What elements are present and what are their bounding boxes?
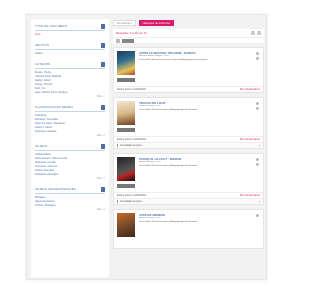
facet-block: Section Adulte	[35, 42, 105, 56]
facet-title: Classification Dewey	[35, 105, 74, 109]
online-access-row: Consultable en ligne ▸	[114, 198, 263, 204]
pager	[251, 31, 261, 35]
online-access-label[interactable]: Consultable en ligne	[117, 144, 142, 147]
results-count: Résultats 1 à 10 sur 72	[116, 31, 147, 35]
result-record: Justice rendue Auteur. Éditions, 2019. L…	[113, 209, 264, 249]
divider	[35, 68, 105, 69]
results-header: Résultats 1 à 10 sur 72	[113, 29, 264, 37]
facet-header[interactable]: Section	[35, 42, 105, 48]
facet-header[interactable]: Sujets	[35, 143, 105, 149]
record-description: Livre adulte. Résumé et notice bibliogra…	[139, 221, 198, 223]
facet-title: Sujets géographiques	[35, 187, 77, 191]
divider	[35, 49, 105, 50]
divider	[35, 193, 105, 194]
reserve-button[interactable]	[117, 128, 135, 132]
facet-block: Classification Dewey Littérature Romans …	[35, 104, 105, 138]
record-description: Livre adulte. Résumé du roman et notice …	[139, 59, 208, 61]
facet-title: Type de document	[35, 24, 68, 28]
share-icon[interactable]	[255, 57, 259, 60]
result-record: Puisqu'il le faut : roman Auteur. Éditio…	[113, 153, 264, 205]
tab-search-history[interactable]: Historique de recherche	[138, 19, 175, 26]
action-button[interactable]	[122, 38, 134, 43]
facet-more-link[interactable]: Voir + >	[35, 95, 105, 99]
reserve-button[interactable]	[117, 184, 135, 188]
facet-block: Sujets Indépendante Sous-thèmes / Mouvem…	[35, 143, 105, 181]
tabs-bar: Ma sélection Historique de recherche	[113, 19, 264, 26]
add-to-selection-icon[interactable]	[255, 214, 259, 217]
prev-page-icon[interactable]	[251, 31, 255, 35]
facet-toggle-icon[interactable]	[101, 23, 105, 29]
availability-status: Retour prévu le 01/02/2021	[117, 88, 146, 91]
facet-more-link[interactable]: Voir + >	[35, 177, 105, 181]
share-icon[interactable]	[255, 107, 259, 110]
facet-block: Type de document Livre	[35, 23, 105, 37]
facet-toggle-icon[interactable]	[101, 143, 105, 149]
facet-toggle-icon[interactable]	[101, 104, 105, 110]
add-to-selection-icon[interactable]	[255, 158, 259, 161]
facet-header[interactable]: Classification Dewey	[35, 104, 105, 110]
facet-more-link[interactable]: Voir + >	[35, 134, 105, 138]
facet-header[interactable]: Auteurs	[35, 61, 105, 67]
more-info-link[interactable]: Plus d'informations	[240, 88, 260, 91]
catalog-page: Type de document Livre Section Adulte Au…	[26, 14, 267, 280]
result-record: Traces de loup Revue. Éditions, 2019. Li…	[113, 97, 264, 149]
record-meta: Revue. Éditions, 2019.	[139, 105, 162, 107]
more-info-link[interactable]: Plus d'informations	[240, 194, 260, 197]
facet-item[interactable]: Adulte	[35, 52, 105, 56]
record-footer: Retour prévu le 01/02/2021 Plus d'inform…	[114, 86, 263, 92]
expand-icon[interactable]: ▸	[259, 144, 260, 147]
book-cover[interactable]	[117, 101, 135, 132]
record-description: Livre adulte. Résumé et notice bibliogra…	[139, 165, 198, 167]
record-description: Livre adulte. Résumé et notice bibliogra…	[139, 109, 198, 111]
share-icon[interactable]	[255, 163, 259, 166]
record-meta: Auteur. Éditions, 2019.	[139, 217, 162, 219]
add-to-selection-icon[interactable]	[255, 102, 259, 105]
book-cover[interactable]	[117, 213, 135, 237]
results-panel: Ma sélection Historique de recherche Rés…	[113, 19, 264, 277]
availability-status: Retour prévu le 03/02/2021	[117, 194, 146, 197]
select-all-checkbox[interactable]	[116, 38, 120, 43]
divider	[35, 150, 105, 151]
facet-toggle-icon[interactable]	[101, 61, 105, 67]
facet-title: Section	[35, 43, 50, 47]
divider	[35, 111, 105, 112]
record-meta: Aciman, André. Rivages, 2018.	[139, 55, 170, 57]
facet-more-link[interactable]: Voir + >	[35, 208, 105, 212]
facets-sidebar: Type de document Livre Section Adulte Au…	[31, 19, 109, 277]
facet-block: Auteurs Musso, Pierre Chevrel-Pons, Mari…	[35, 61, 105, 99]
facet-toggle-icon[interactable]	[101, 42, 105, 48]
online-access-label[interactable]: Consultable en ligne	[117, 200, 142, 203]
book-cover[interactable]	[117, 157, 135, 188]
book-cover[interactable]	[117, 51, 135, 82]
facet-title: Auteurs	[35, 62, 51, 66]
expand-icon[interactable]: ▸	[259, 200, 260, 203]
add-to-selection-icon[interactable]	[255, 52, 259, 55]
more-info-link[interactable]: Plus d'informations	[240, 138, 260, 141]
facet-block: Sujets géographiques Bretagne Hauts-de-F…	[35, 186, 105, 212]
result-record: Appelle-moi par ton nom : roman Aciman, …	[113, 47, 264, 93]
facet-item[interactable]: Livre	[35, 33, 105, 37]
results-toolbar	[113, 37, 264, 43]
reserve-button[interactable]	[117, 78, 135, 82]
next-page-icon[interactable]	[257, 31, 261, 35]
availability-status: Retour prévu le 02/03/2021	[117, 138, 146, 141]
divider	[35, 30, 105, 31]
record-meta: Auteur. Éditions, 2019.	[139, 161, 162, 163]
facet-toggle-icon[interactable]	[101, 186, 105, 192]
online-access-row: Consultable en ligne ▸	[114, 142, 263, 148]
tab-selection[interactable]: Ma sélection	[113, 19, 136, 26]
facet-header[interactable]: Type de document	[35, 23, 105, 29]
facet-title: Sujets	[35, 144, 48, 148]
facet-header[interactable]: Sujets géographiques	[35, 186, 105, 192]
